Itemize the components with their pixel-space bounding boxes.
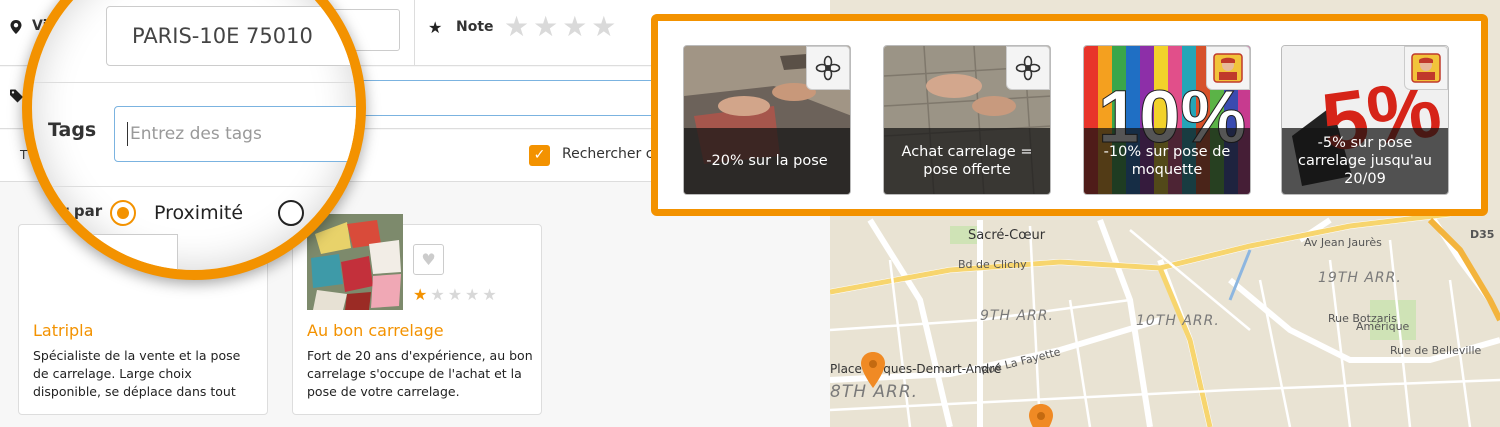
search-map-checkbox-label: Rechercher c <box>562 146 654 162</box>
map-road-label: Rue de Belleville <box>1390 344 1482 357</box>
result-name[interactable]: Latripla <box>33 321 93 340</box>
map-road-label: D35 <box>1470 228 1495 241</box>
ville-value: PARIS-10E 75010 <box>132 24 313 48</box>
promotions-panel: -20% sur la pose Achat carrelage = pose … <box>651 14 1488 216</box>
sort-radio-note[interactable] <box>278 200 304 226</box>
promotion-caption: -20% sur la pose <box>684 128 850 194</box>
promotion-card[interactable]: Achat carrelage = pose offerte <box>883 45 1051 195</box>
map-road-label: Bd de Clichy <box>958 258 1027 271</box>
text-caret <box>127 122 128 146</box>
map-place-label: Sacré-Cœur <box>968 228 1046 243</box>
divider <box>32 82 356 83</box>
promotion-card[interactable]: 5% -5% sur pose carrelage jusqu'au 20/09 <box>1281 45 1449 195</box>
result-name[interactable]: Au bon carrelage <box>307 321 444 340</box>
result-rating: ★★★★★ <box>413 285 500 304</box>
map-marker-icon[interactable] <box>860 352 886 388</box>
divider <box>414 0 415 66</box>
note-star-rating[interactable]: ★★★★ <box>504 10 620 43</box>
map-place-label: Place Jacques-Demart-André <box>830 362 1002 376</box>
map-arrondissement-label: 9TH ARR. <box>980 308 1054 324</box>
flower-icon <box>1006 46 1050 90</box>
tags-placeholder: Entrez des tags <box>130 124 262 144</box>
search-map-checkbox[interactable]: ✓ <box>529 145 550 166</box>
map-place-label: Amérique <box>1356 320 1410 333</box>
worker-logo-icon <box>1404 46 1448 90</box>
star-icon: ★ <box>428 18 443 37</box>
promotion-card[interactable]: 10% -10% sur pose de moquette <box>1083 45 1251 195</box>
divider <box>32 186 356 187</box>
map-marker-icon[interactable] <box>1028 404 1054 427</box>
result-description: Fort de 20 ans d'expérience, au bon carr… <box>307 348 533 399</box>
promotion-caption: -10% sur pose de moquette <box>1084 128 1250 194</box>
map-arrondissement-label: 19TH ARR. <box>1318 270 1402 286</box>
heart-icon: ♥ <box>421 250 436 269</box>
worker-logo-icon <box>1206 46 1250 90</box>
promotion-caption: -5% sur pose carrelage jusqu'au 20/09 <box>1282 128 1448 194</box>
sort-option-label[interactable]: Proximité <box>154 202 243 224</box>
tags-label: Tags <box>48 119 97 141</box>
sort-label: Trier par <box>30 202 103 220</box>
result-description: Spécialiste de la vente et la pose de ca… <box>33 348 241 399</box>
magnified-filters: PARIS-10E 75010 Tags Entrez des tags Tri… <box>32 0 356 270</box>
promotion-caption: Achat carrelage = pose offerte <box>884 128 1050 194</box>
flower-icon <box>806 46 850 90</box>
location-pin-icon <box>10 20 22 34</box>
favorite-button[interactable]: ♥ <box>413 244 444 275</box>
note-label: Note <box>456 19 494 35</box>
promotion-card[interactable]: -20% sur la pose <box>683 45 851 195</box>
sort-radio-proximite[interactable] <box>110 200 136 226</box>
magnifier-lens: PARIS-10E 75010 Tags Entrez des tags Tri… <box>22 0 366 280</box>
map-road-label: Av Jean Jaurès <box>1304 236 1382 249</box>
map-arrondissement-label: 10TH ARR. <box>1136 313 1220 329</box>
